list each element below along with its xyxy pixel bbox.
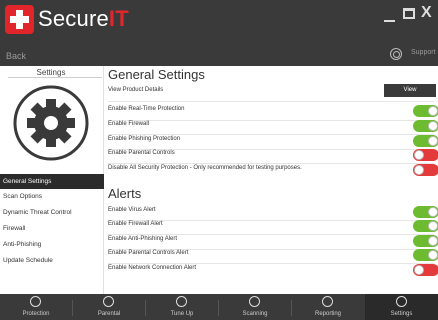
firewall-alert-toggle[interactable] bbox=[413, 220, 438, 232]
back-button[interactable]: Back bbox=[6, 51, 26, 61]
sidebar-divider bbox=[8, 77, 102, 78]
setting-row: Enable Firewall bbox=[108, 120, 438, 132]
setting-row: Enable Anti-Phishing Alert bbox=[108, 235, 438, 247]
setting-row: Enable Virus Alert bbox=[108, 206, 438, 218]
tab-scanning[interactable]: Scanning bbox=[219, 294, 291, 320]
title-bar: SecureIT X bbox=[0, 0, 438, 40]
app-brand: SecureIT bbox=[38, 6, 129, 32]
setting-label: Enable Parental Controls bbox=[108, 150, 175, 156]
maximize-icon[interactable] bbox=[403, 8, 415, 19]
parental-controls-toggle[interactable] bbox=[413, 149, 438, 161]
settings-gear-icon bbox=[13, 85, 89, 161]
setting-row: Enable Network Connection Alert bbox=[108, 264, 438, 276]
sidebar-item-firewall[interactable]: Firewall bbox=[0, 221, 104, 236]
setting-label: Enable Virus Alert bbox=[108, 207, 156, 213]
setting-label: Enable Firewall bbox=[108, 121, 150, 127]
tab-settings[interactable]: Settings bbox=[365, 294, 438, 320]
scan-icon bbox=[249, 296, 260, 307]
brand-main: Secure bbox=[38, 6, 109, 31]
tab-label: Parental bbox=[97, 311, 121, 317]
close-button[interactable]: X bbox=[421, 4, 432, 22]
virus-alert-toggle[interactable] bbox=[413, 206, 438, 218]
lock-icon bbox=[30, 296, 41, 307]
setting-row: Enable Parental Controls bbox=[108, 149, 438, 161]
setting-label: Enable Firewall Alert bbox=[108, 221, 163, 227]
bottom-tab-bar: Protection Parental Tune Up Scanning Rep… bbox=[0, 294, 438, 320]
sidebar-item-general-settings[interactable]: General Settings bbox=[0, 174, 104, 189]
setting-label: Enable Real-Time Protection bbox=[108, 106, 185, 112]
tab-label: Protection bbox=[22, 311, 50, 317]
setting-label: Enable Parental Controls Alert bbox=[108, 250, 189, 256]
tab-protection[interactable]: Protection bbox=[0, 294, 72, 320]
sidebar-item-dynamic-threat-control[interactable]: Dynamic Threat Control bbox=[0, 205, 104, 220]
report-icon bbox=[322, 296, 333, 307]
network-connection-alert-toggle[interactable] bbox=[413, 264, 438, 276]
people-icon bbox=[103, 296, 114, 307]
tab-label: Tune Up bbox=[170, 311, 194, 317]
support-link[interactable]: Support bbox=[411, 49, 436, 56]
tab-label: Reporting bbox=[314, 311, 341, 317]
setting-row: Enable Phishing Protection bbox=[108, 135, 438, 147]
tab-parental[interactable]: Parental bbox=[73, 294, 145, 320]
logo-cross-icon bbox=[5, 5, 34, 34]
setting-label: Enable Phishing Protection bbox=[108, 136, 181, 142]
setting-row: Enable Parental Controls Alert bbox=[108, 249, 438, 261]
tune-icon bbox=[176, 296, 187, 307]
setting-row: Enable Real-Time Protection bbox=[108, 105, 438, 117]
minimize-icon[interactable] bbox=[384, 8, 396, 24]
setting-row: Enable Firewall Alert bbox=[108, 220, 438, 232]
setting-row: Disable All Security Protection - Only r… bbox=[108, 164, 438, 176]
real-time-protection-toggle[interactable] bbox=[413, 105, 438, 117]
view-details-label: View Product Details bbox=[108, 87, 164, 93]
sidebar-item-scan-options[interactable]: Scan Options bbox=[0, 189, 104, 204]
setting-label: Enable Network Connection Alert bbox=[108, 265, 197, 271]
divider bbox=[108, 101, 434, 102]
tab-label: Scanning bbox=[242, 311, 268, 317]
sidebar: Settings General Settings Scan Options D… bbox=[0, 66, 104, 294]
tab-reporting[interactable]: Reporting bbox=[292, 294, 364, 320]
tab-tune-up[interactable]: Tune Up bbox=[146, 294, 218, 320]
disable-all-protection-toggle[interactable] bbox=[413, 164, 438, 176]
parental-controls-alert-toggle[interactable] bbox=[413, 249, 438, 261]
setting-label: Enable Anti-Phishing Alert bbox=[108, 236, 178, 242]
anti-phishing-alert-toggle[interactable] bbox=[413, 235, 438, 247]
phishing-protection-toggle[interactable] bbox=[413, 135, 438, 147]
sidebar-title: Settings bbox=[36, 68, 66, 77]
view-button[interactable]: View bbox=[384, 84, 436, 97]
alerts-title: Alerts bbox=[108, 186, 142, 201]
setting-label: Disable All Security Protection - Only r… bbox=[108, 165, 302, 171]
sidebar-item-update-schedule[interactable]: Update Schedule bbox=[0, 253, 104, 268]
general-settings-title: General Settings bbox=[108, 67, 205, 82]
sidebar-item-anti-phishing[interactable]: Anti-Phishing bbox=[0, 237, 104, 252]
gear-icon bbox=[396, 296, 407, 307]
settings-panel: General Settings View Product Details Vi… bbox=[104, 66, 438, 294]
nav-bar: Back Support bbox=[0, 40, 438, 66]
brand-accent: IT bbox=[108, 6, 129, 31]
support-icon[interactable] bbox=[390, 48, 402, 60]
firewall-toggle[interactable] bbox=[413, 120, 438, 132]
tab-label: Settings bbox=[390, 311, 413, 317]
